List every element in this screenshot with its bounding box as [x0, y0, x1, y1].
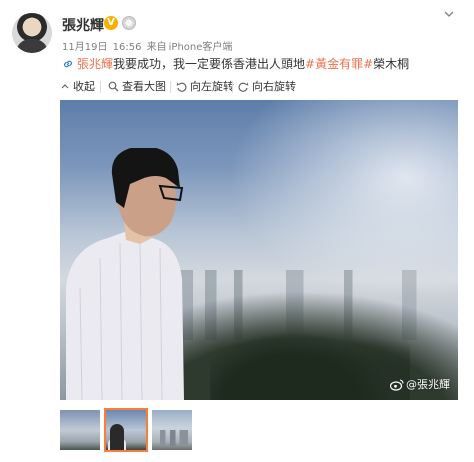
rotate-right-label: 向右旋转	[252, 80, 296, 93]
post-text: 我要成功，我一定要係香港出人頭地	[113, 57, 306, 71]
post-meta: 11月19日 16:56 来自 iPhone客户端	[62, 38, 234, 53]
collapse-button[interactable]: 收起	[60, 78, 95, 96]
collapse-label: 收起	[73, 80, 95, 93]
watermark-text: @張兆輝	[406, 378, 450, 391]
post-image-large[interactable]: @張兆輝	[60, 100, 458, 400]
arrow-up-icon	[61, 84, 69, 89]
verified-v-badge-icon: V	[104, 16, 118, 30]
divider	[170, 81, 171, 93]
rotate-left-button[interactable]: 向左旋转	[176, 78, 234, 96]
post-content: 張兆輝我要成功，我一定要係香港出人頭地#黃金有罪#榮木桐	[62, 55, 409, 72]
rotate-right-button[interactable]: 向右旋转	[238, 78, 296, 96]
rotate-left-icon	[176, 82, 187, 92]
chevron-down-icon[interactable]	[444, 9, 454, 19]
thumbnail-selected[interactable]	[104, 408, 148, 452]
medal-icon[interactable]	[122, 16, 136, 30]
avatar[interactable]	[12, 13, 52, 53]
client-name[interactable]: iPhone客户端	[169, 42, 233, 53]
mention-link[interactable]: 張兆輝	[77, 57, 113, 71]
thumbnail[interactable]	[152, 410, 192, 450]
magnifier-icon	[108, 81, 119, 92]
hashtag-link[interactable]: #黃金有罪#	[305, 57, 373, 71]
rotate-left-label: 向左旋转	[190, 80, 234, 93]
view-large-button[interactable]: 查看大图	[108, 78, 166, 96]
person-figure	[60, 148, 210, 400]
from-label: 来自	[146, 42, 167, 53]
username-link[interactable]: 張兆輝	[62, 15, 104, 35]
weibo-watermark: @張兆輝	[389, 376, 450, 392]
rotate-right-icon	[238, 82, 249, 92]
post-time[interactable]: 16:56	[113, 42, 142, 53]
link-chain-icon	[62, 58, 74, 70]
post-date[interactable]: 11月19日	[62, 42, 107, 53]
view-large-label: 查看大图	[122, 80, 166, 93]
divider	[100, 81, 101, 93]
thumbnail[interactable]	[60, 410, 100, 450]
divider	[232, 81, 233, 93]
weibo-logo-icon	[389, 379, 404, 391]
post-text-tail: 榮木桐	[373, 57, 410, 71]
